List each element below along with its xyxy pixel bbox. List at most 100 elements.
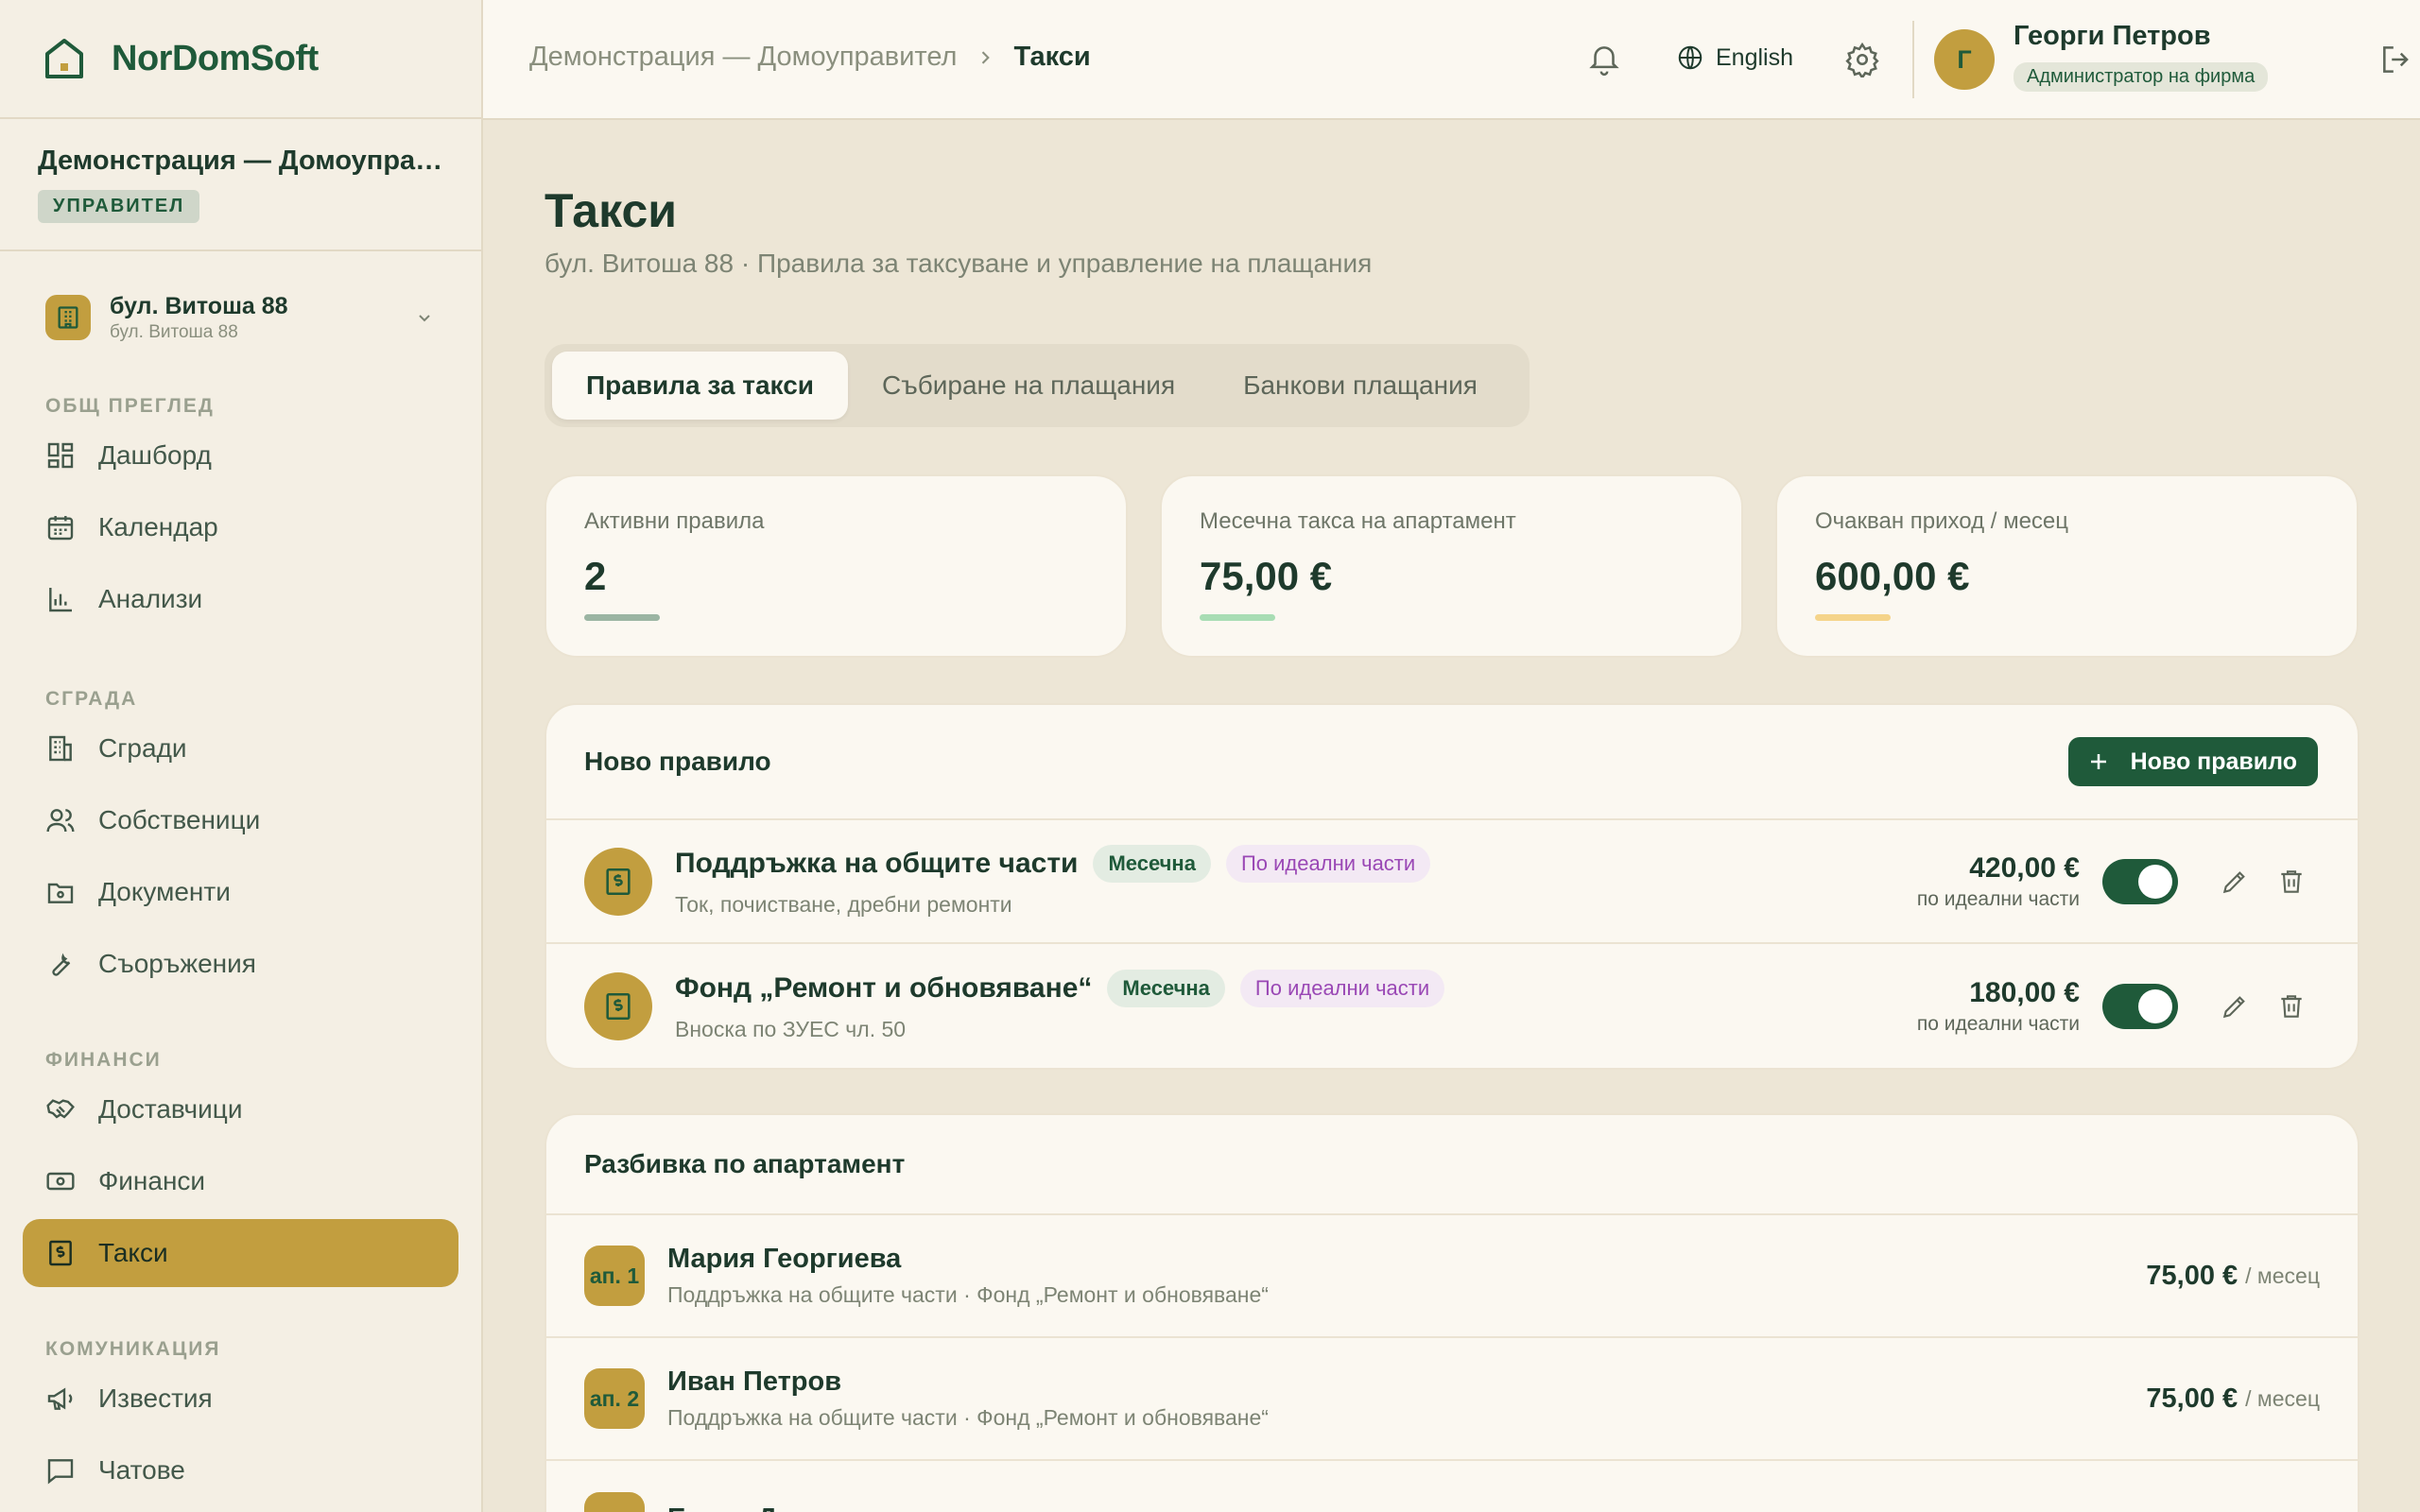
sidebar-item-dashboard[interactable]: Дашборд — [23, 421, 458, 490]
stat-card-active-rules: Активни правила 2 — [544, 474, 1128, 658]
trash-icon[interactable] — [2276, 867, 2307, 897]
frequency-badge: Месечна — [1107, 970, 1225, 1007]
sidebar-item-suppliers[interactable]: Доставчици — [23, 1075, 458, 1143]
user-role-badge: Администратор на фирма — [2014, 62, 2269, 92]
app-name: NorDomSoft — [112, 38, 319, 78]
building-selector[interactable]: бул. Витоша 88 бул. Витоша 88 — [45, 291, 443, 344]
breadcrumb-org[interactable]: Демонстрация — Домоуправител — [529, 42, 957, 73]
bell-icon[interactable] — [1586, 42, 1622, 77]
rule-amount: 420,00 € — [1969, 851, 2080, 884]
stat-accent-bar — [1815, 614, 1891, 621]
sidebar-item-label: Собственици — [98, 805, 261, 834]
nav-section-communication: КОМУНИКАЦИЯ — [45, 1338, 221, 1360]
rule-amount: 180,00 € — [1969, 976, 2080, 1008]
owner-name: Иван Петров — [667, 1366, 842, 1397]
split-badge: По идеални части — [1225, 845, 1431, 883]
apartment-badge: ап. 2 — [584, 1368, 645, 1429]
sidebar-item-calendar[interactable]: Календар — [23, 493, 458, 561]
folder-icon — [47, 883, 74, 903]
stat-value: 2 — [584, 554, 607, 598]
per-month-label: / месец — [2245, 1385, 2320, 1411]
tabs: Правила за такси Събиране на плащания Ба… — [544, 344, 1530, 427]
receipt-icon — [584, 971, 652, 1040]
language-label: English — [1716, 43, 1793, 71]
apartment-breakdown-panel: Разбивка по апартамент ап. 1 Мария Георг… — [544, 1113, 2360, 1512]
apartment-badge: ап. 1 — [584, 1246, 645, 1306]
list-item[interactable]: ап. 2 Иван Петров Поддръжка на общите ча… — [546, 1338, 2358, 1461]
sidebar-item-label: Доставчици — [98, 1094, 243, 1124]
sidebar-item-label: Анализи — [98, 584, 203, 613]
org-name: Демонстрация — Домоуправител — [38, 146, 444, 176]
rule-description: Вноска по ЗУЕС чл. 50 — [675, 1017, 907, 1041]
sidebar-item-label: Сгради — [98, 733, 187, 763]
role-badge: УПРАВИТЕЛ — [38, 190, 200, 223]
building-address: бул. Витоша 88 — [110, 321, 238, 342]
sidebar-item-label: Финанси — [98, 1166, 206, 1195]
stat-label: Очакван приход / месец — [1815, 508, 2069, 534]
dashboard-icon — [47, 442, 74, 469]
sidebar-item-facilities[interactable]: Съоръжения — [23, 930, 458, 998]
breakdown-panel-title: Разбивка по апартамент — [584, 1149, 906, 1178]
sidebar-item-label: Съоръжения — [98, 949, 256, 978]
rule-enabled-toggle[interactable] — [2102, 858, 2178, 904]
logout-icon[interactable] — [2378, 42, 2414, 77]
stat-value: 600,00 € — [1815, 554, 1970, 598]
new-rule-button[interactable]: Ново правило — [2067, 737, 2318, 786]
breadcrumb: Демонстрация — Домоуправител Такси — [529, 42, 1091, 73]
apartment-amount: 75,00 € — [2146, 1260, 2238, 1291]
sidebar-item-owners[interactable]: Собственици — [23, 786, 458, 854]
sidebar: NorDomSoft Демонстрация — Домоуправител … — [0, 0, 483, 1512]
list-item[interactable]: ап. 1 Мария Георгиева Поддръжка на общит… — [546, 1215, 2358, 1338]
frequency-badge: Месечна — [1093, 845, 1211, 883]
sidebar-item-announcements[interactable]: Известия — [23, 1365, 458, 1433]
rule-amount-basis: по идеални части — [1916, 1012, 2080, 1035]
rule-description: Ток, почистване, дребни ремонти — [675, 892, 1012, 917]
house-logo-icon — [45, 39, 83, 78]
nav-section-building: СГРАДА — [45, 688, 138, 710]
sidebar-item-documents[interactable]: Документи — [23, 858, 458, 926]
chevron-right-icon — [982, 50, 991, 64]
sidebar-item-chats[interactable]: Чатове — [23, 1436, 458, 1504]
chevron-down-icon — [419, 315, 430, 322]
stat-accent-bar — [584, 614, 660, 621]
sidebar-item-analytics[interactable]: Анализи — [23, 565, 458, 633]
split-badge: По идеални части — [1239, 970, 1445, 1007]
sidebar-item-fees[interactable]: Такси — [23, 1219, 458, 1287]
logo[interactable]: NorDomSoft — [0, 0, 481, 119]
stat-accent-bar — [1200, 614, 1275, 621]
stat-label: Активни правила — [584, 508, 765, 534]
list-item[interactable]: ап. 3 Елена Димитрова — [546, 1461, 2358, 1512]
sidebar-item-buildings[interactable]: Сгради — [23, 714, 458, 782]
wrench-icon — [52, 953, 71, 976]
stat-card-monthly-fee: Месечна такса на апартамент 75,00 € — [1160, 474, 1743, 658]
rule-enabled-toggle[interactable] — [2102, 983, 2178, 1029]
building-icon — [49, 735, 72, 762]
breadcrumb-current: Такси — [1013, 42, 1091, 72]
receipt-icon — [49, 1240, 72, 1266]
gear-icon[interactable] — [1844, 42, 1880, 77]
tab-bank-payments[interactable]: Банкови плащания — [1209, 352, 1512, 420]
trash-icon[interactable] — [2276, 991, 2307, 1022]
sidebar-item-label: Такси — [98, 1238, 168, 1267]
rules-panel: Ново правило Ново правило Поддръжка на о… — [544, 703, 2360, 1070]
building-name: бул. Витоша 88 — [110, 292, 288, 319]
user-name: Георги Петров — [2014, 21, 2211, 51]
rule-amount-basis: по идеални части — [1916, 887, 2080, 910]
avatar[interactable]: Г — [1934, 29, 1995, 90]
stat-value: 75,00 € — [1200, 554, 1333, 598]
language-switch[interactable]: English — [1676, 43, 1793, 72]
pencil-icon[interactable] — [2220, 991, 2250, 1022]
applied-rules: Поддръжка на общите части · Фонд „Ремонт… — [667, 1282, 1269, 1307]
rules-panel-title: Ново правило — [584, 747, 771, 776]
bar-chart-icon — [49, 588, 72, 612]
sidebar-item-finances[interactable]: Финанси — [23, 1147, 458, 1215]
calendar-icon — [47, 516, 74, 541]
tab-payment-collection[interactable]: Събиране на плащания — [848, 352, 1209, 420]
pencil-icon[interactable] — [2220, 867, 2250, 897]
tab-fee-rules[interactable]: Правила за такси — [552, 352, 848, 420]
applied-rules: Поддръжка на общите части · Фонд „Ремонт… — [667, 1405, 1269, 1430]
building-icon — [45, 295, 91, 340]
megaphone-icon — [47, 1387, 73, 1410]
divider — [1912, 21, 1914, 98]
rule-row: Поддръжка на общите части Месечна По иде… — [546, 820, 2358, 944]
